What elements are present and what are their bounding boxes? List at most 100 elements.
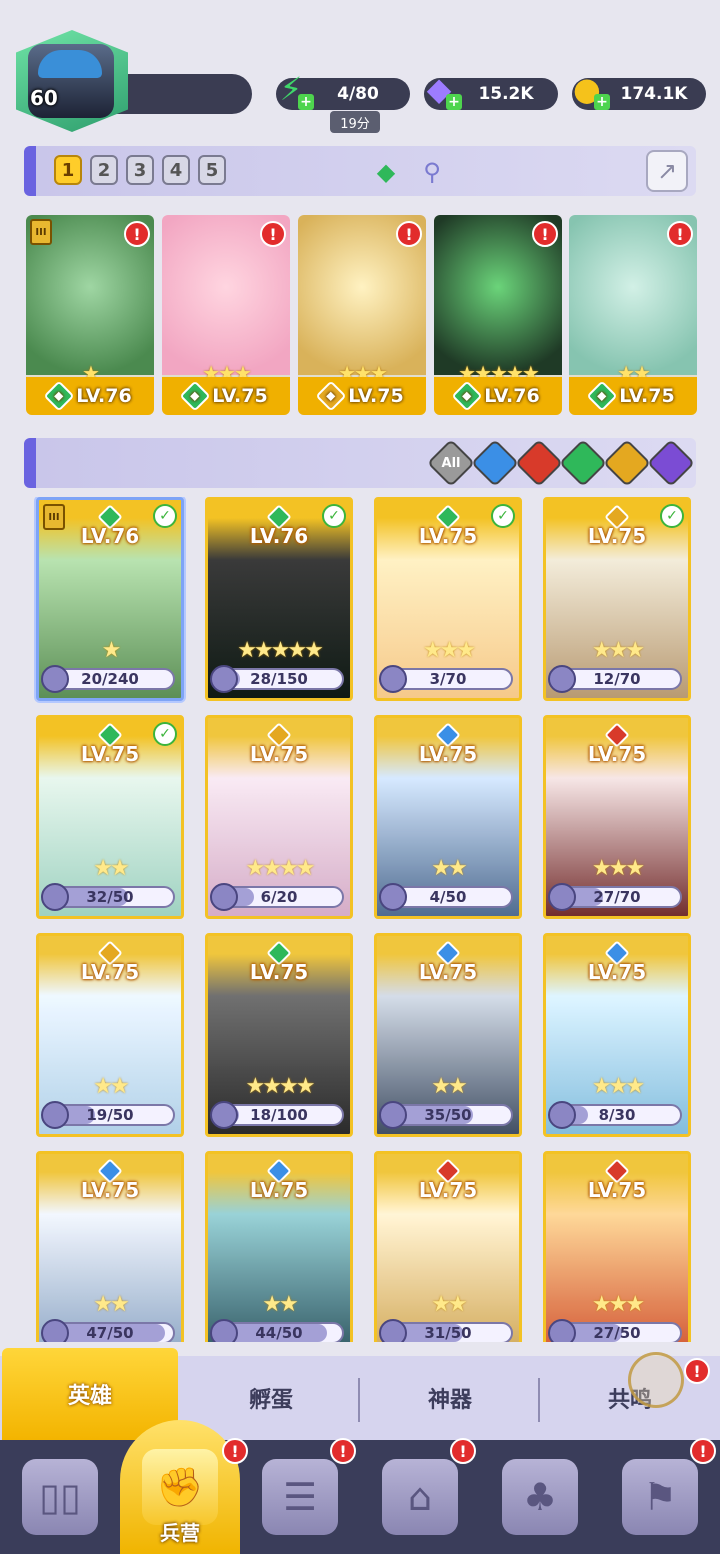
team-tab-5[interactable]: 5 <box>198 155 226 185</box>
fragment-count: 6/20 <box>260 888 298 906</box>
fragment-progress-bar: 44/50 <box>210 1319 344 1342</box>
fragment-progress-bar: 32/50 <box>41 883 175 911</box>
element-filter-bar: All <box>24 438 696 488</box>
hero-level: LV.75 <box>418 524 478 548</box>
filter-fire-icon[interactable] <box>514 438 564 488</box>
upgrade-alert-badge: ! <box>532 221 558 247</box>
hero-card[interactable]: LV.75 ★★★★ 18/100 <box>205 933 353 1137</box>
fragment-count: 31/50 <box>424 1324 472 1342</box>
hero-card[interactable]: LV.75 ★★★ 8/30 <box>543 933 691 1137</box>
add-gold-icon[interactable]: + <box>594 94 610 110</box>
add-gems-icon[interactable]: + <box>446 94 462 110</box>
filter-water-icon[interactable] <box>470 438 520 488</box>
hero-level: LV.75 <box>587 960 647 984</box>
hero-card[interactable]: LV.76 ✓ ★★★★★ 28/150 <box>205 497 353 701</box>
nav-guild[interactable]: ♣ <box>480 1440 600 1554</box>
auto-team-icon[interactable]: ◆ <box>370 156 402 188</box>
hero-card[interactable]: LV.75 ★★★ 27/70 <box>543 715 691 919</box>
tab-divider <box>538 1378 540 1422</box>
nature-element-icon: ◆ <box>451 380 483 412</box>
nav-barracks[interactable]: ✊ 兵营! <box>120 1420 248 1554</box>
filter-all[interactable]: All <box>426 438 476 488</box>
fragment-count: 18/100 <box>250 1106 308 1124</box>
nav-shop[interactable]: ⌂! <box>360 1438 480 1554</box>
shop-icon: ⌂ <box>382 1459 458 1535</box>
star-rating: ★★ <box>93 1074 129 1099</box>
fragment-progress-bar: 19/50 <box>41 1101 175 1129</box>
light-element-icon: ◆ <box>315 380 347 412</box>
share-button[interactable]: ↗ <box>646 150 688 192</box>
in-team-check-icon: ✓ <box>153 722 177 746</box>
team-tab-4[interactable]: 4 <box>162 155 190 185</box>
hero-card[interactable]: LV.75 ★★ 44/50 <box>205 1151 353 1342</box>
team-tab-1[interactable]: 1 <box>54 155 82 185</box>
hero-card[interactable]: LV.75 ✓ ★★★ 3/70 <box>374 497 522 701</box>
team-slot-2[interactable]: ★★★ ◆ LV.75! <box>162 215 290 415</box>
team-selector-bar: 1 2 3 4 5 ◆ ⚲ ↗ <box>24 146 696 196</box>
star-rating: ★★★★★ <box>237 638 324 663</box>
energy-value: 4/80 <box>337 84 379 104</box>
filter-dark-icon[interactable] <box>646 438 696 488</box>
team-slot-4[interactable]: ★★★★★ ◆ LV.76! <box>434 215 562 415</box>
hero-level: LV.75 <box>587 742 647 766</box>
add-energy-icon[interactable]: + <box>298 94 314 110</box>
hero-card[interactable]: LV.75 ★★★★ 6/20 <box>205 715 353 919</box>
hero-level: LV.75 <box>619 385 675 407</box>
team-slot-5[interactable]: ★★ ◆ LV.75! <box>569 215 697 415</box>
hero-card[interactable]: LV.75 ★★ 35/50 <box>374 933 522 1137</box>
nav-quests[interactable]: ☰! <box>240 1438 360 1554</box>
tab-artifacts[interactable]: 神器 <box>362 1356 538 1440</box>
star-rating: ★★ <box>431 1292 467 1317</box>
star-rating: ★★ <box>431 1074 467 1099</box>
quests-icon: ☰ <box>262 1459 338 1535</box>
nav-label: 兵营 <box>160 1521 200 1545</box>
hero-card[interactable]: LV.75 ★★ 4/50 <box>374 715 522 919</box>
nav-cards[interactable]: ▯▯ <box>0 1440 120 1554</box>
fragment-count: 27/50 <box>593 1324 641 1342</box>
team-level-bar: ◆ LV.75 <box>162 377 290 415</box>
hero-level: LV.75 <box>418 742 478 766</box>
fragment-progress-bar: 31/50 <box>379 1319 513 1342</box>
hero-level: LV.75 <box>418 960 478 984</box>
star-rating: ★★★ <box>422 638 476 663</box>
hero-card[interactable]: LV.75 ✓ ★★★ 12/70 <box>543 497 691 701</box>
hero-level: LV.75 <box>249 742 309 766</box>
fragment-icon <box>41 883 69 911</box>
search-icon[interactable]: ⚲ <box>416 156 448 188</box>
compass-icon[interactable] <box>628 1352 684 1408</box>
fragment-progress-bar: 35/50 <box>379 1101 513 1129</box>
filter-light-icon[interactable] <box>602 438 652 488</box>
nav-alert-badge: ! <box>450 1438 476 1464</box>
fragment-count: 35/50 <box>424 1106 472 1124</box>
fragment-icon <box>379 1101 407 1129</box>
hero-card[interactable]: LV.75 ★★★ 27/50 <box>543 1151 691 1342</box>
team-tab-3[interactable]: 3 <box>126 155 154 185</box>
fragment-count: 32/50 <box>86 888 134 906</box>
team-slot-3[interactable]: ★★★ ◆ LV.75! <box>298 215 426 415</box>
hero-level: LV.76 <box>484 385 540 407</box>
fragment-count: 47/50 <box>86 1324 134 1342</box>
fragment-count: 28/150 <box>250 670 308 688</box>
fragment-icon <box>379 883 407 911</box>
hero-card[interactable]: LV.75 ★★ 47/50 <box>36 1151 184 1342</box>
fragment-progress-bar: 27/70 <box>548 883 682 911</box>
filter-nature-icon[interactable] <box>558 438 608 488</box>
hero-card[interactable]: LV.76 ✓ III ★ 20/240 <box>36 497 184 701</box>
hero-card[interactable]: LV.75 ★★ 19/50 <box>36 933 184 1137</box>
team-tab-2[interactable]: 2 <box>90 155 118 185</box>
fragment-icon <box>210 665 238 693</box>
tier-badge: III <box>30 219 52 245</box>
hero-level: LV.75 <box>587 1178 647 1202</box>
energy-counter[interactable]: ⚡ + 4/80 <box>276 70 410 110</box>
fragment-icon <box>548 1319 576 1342</box>
gold-counter[interactable]: ● + 174.1K <box>572 70 706 110</box>
fragment-progress-bar: 28/150 <box>210 665 344 693</box>
hero-level: LV.75 <box>80 1178 140 1202</box>
nav-arena[interactable]: ⚑! <box>600 1438 720 1554</box>
gem-counter[interactable]: ◆ + 15.2K <box>424 70 558 110</box>
hero-card[interactable]: LV.75 ★★ 31/50 <box>374 1151 522 1342</box>
hero-card[interactable]: LV.75 ✓ ★★ 32/50 <box>36 715 184 919</box>
upgrade-alert-badge: ! <box>667 221 693 247</box>
team-slot-1[interactable]: ★ ◆ LV.76! III <box>26 215 154 415</box>
fragment-count: 44/50 <box>255 1324 303 1342</box>
